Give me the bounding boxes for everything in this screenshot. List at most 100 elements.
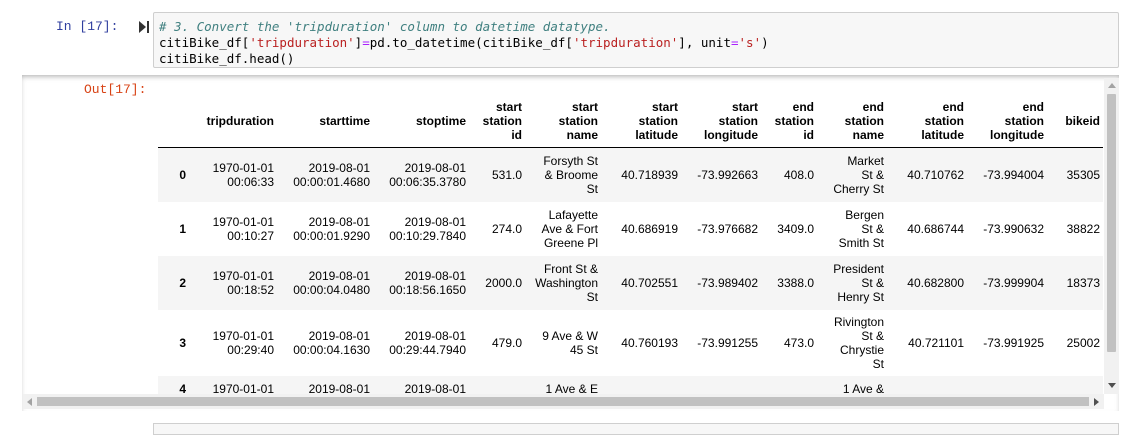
- input-prompt: In [17]:: [56, 19, 119, 34]
- cell-bikeid: 38822: [1048, 202, 1103, 256]
- code-editor[interactable]: # 3. Convert the 'tripduration' column t…: [159, 19, 769, 67]
- cell-line: 45 St: [569, 342, 598, 357]
- header-line: stoptime: [415, 114, 466, 128]
- cell-stoptime: 2019-08-01 00:29:44.7940: [374, 310, 470, 376]
- code-token: citiBike_df[: [159, 35, 250, 50]
- cell-line: 3388.0: [777, 275, 814, 290]
- header-line: station: [558, 114, 598, 128]
- cell-line: Greene Pl: [543, 235, 598, 250]
- column-header-end-station-longitude: end station longitude: [968, 95, 1048, 148]
- cell-end-station-name: Rivington St & Chrystie St: [818, 310, 888, 376]
- cell-line: St: [586, 289, 598, 304]
- header-line: station: [718, 114, 758, 128]
- cell-line: -73.991255: [697, 335, 758, 350]
- scroll-down-arrow-icon[interactable]: [1108, 383, 1116, 388]
- header-line: [190, 100, 274, 114]
- cell-line: 1970-01-01: [212, 328, 274, 343]
- header-line: start: [731, 100, 758, 114]
- cell-start-station-id: 2000.0: [470, 256, 526, 310]
- cell-start-station-id: 479.0: [470, 310, 526, 376]
- row-index: 0: [179, 167, 186, 182]
- header-line: latitude: [635, 128, 678, 142]
- cell-end-station-latitude: 40.710762: [888, 148, 968, 202]
- table-row: 4 1970-01-01 2019-08-01 2019-08-01 1 Ave & E…: [158, 375, 1103, 396]
- next-code-cell[interactable]: [153, 423, 1119, 435]
- column-header-end-station-id: end station id: [762, 95, 818, 148]
- cell-line: 9 Ave & W: [542, 328, 598, 343]
- scroll-right-arrow-icon[interactable]: [1094, 398, 1099, 406]
- cell-end-station-latitude: [888, 376, 968, 396]
- cell-line: 2019-08-01: [308, 214, 370, 229]
- cell-end-station-id: [762, 376, 818, 396]
- cell-line: 38822: [1066, 221, 1100, 236]
- column-header-tripduration: tripduration: [186, 95, 278, 148]
- table-row: 1 1970-01-01 00:10:27 2019-08-01 00:00:01.92…: [158, 202, 1103, 256]
- cell-line: 00:10:27: [227, 228, 274, 243]
- header-line: [282, 128, 370, 142]
- header-line: station: [774, 114, 814, 128]
- header-line: [378, 100, 466, 114]
- code-cell[interactable]: # 3. Convert the 'tripduration' column t…: [153, 12, 1119, 68]
- cell-line: 2019-08-01: [404, 214, 466, 229]
- scroll-left-arrow-icon[interactable]: [27, 398, 32, 406]
- cell-start-station-latitude: 40.686919: [602, 202, 682, 256]
- cell-line: 00:29:44.7940: [389, 342, 466, 357]
- horizontal-scroll-thumb[interactable]: [37, 397, 1089, 406]
- cell-end-station-name: Bergen St & Smith St: [818, 202, 888, 256]
- header-line: start: [651, 100, 678, 114]
- cell-end-station-name: 1 Ave &: [818, 376, 888, 396]
- table-row: 3 1970-01-01 00:29:40 2019-08-01 00:00:04.16…: [158, 310, 1103, 376]
- code-operator: =: [362, 35, 370, 50]
- cell-end-station-longitude: -73.991925: [968, 310, 1048, 376]
- cell-line: 40.718939: [621, 167, 678, 182]
- cell-end-station-longitude: [968, 376, 1048, 396]
- cell-line: 1 Ave &: [842, 381, 884, 396]
- cell-line: 2019-08-01: [308, 160, 370, 175]
- cell-line: -73.999904: [983, 275, 1044, 290]
- cell-line: 2019-08-01: [404, 160, 466, 175]
- cell-start-station-name: 9 Ave & W 45 St: [526, 310, 602, 376]
- cell-line: 40.682800: [907, 275, 964, 290]
- horizontal-scrollbar[interactable]: [23, 394, 1104, 409]
- cell-start-station-longitude: -73.989402: [682, 256, 762, 310]
- cell-start-station-latitude: 40.718939: [602, 148, 682, 202]
- header-line: latitude: [921, 128, 964, 142]
- cell-starttime: 2019-08-01 00:00:04.1630: [278, 310, 374, 376]
- cell-line: St &: [861, 221, 884, 236]
- header-line: [1052, 100, 1100, 114]
- code-string: 'tripduration': [572, 35, 679, 50]
- vertical-scroll-thumb[interactable]: [1107, 94, 1116, 352]
- cell-end-station-longitude: -73.994004: [968, 148, 1048, 202]
- cell-stoptime: 2019-08-01 00:18:56.1650: [374, 256, 470, 310]
- cell-start-station-longitude: -73.991255: [682, 310, 762, 376]
- header-line: station: [924, 114, 964, 128]
- code-operator: =: [730, 35, 739, 50]
- cell-stoptime: 2019-08-01 00:10:29.7840: [374, 202, 470, 256]
- run-cell-icon[interactable]: [138, 20, 150, 34]
- cell-line: 1970-01-01: [212, 268, 274, 283]
- header-line: longitude: [704, 128, 758, 142]
- code-token: ], unit: [678, 35, 731, 50]
- cell-line: 00:06:33: [227, 174, 274, 189]
- cell-line: 00:06:35.3780: [389, 174, 466, 189]
- cell-line: Rivington: [833, 314, 884, 329]
- cell-line: 40.721101: [908, 335, 964, 350]
- cell-line: 00:18:52: [227, 282, 274, 297]
- cell-tripduration: 1970-01-01 00:29:40: [186, 310, 278, 376]
- header-line: [162, 128, 182, 142]
- column-header-end-station-name: end station name: [818, 95, 888, 148]
- cell-end-station-latitude: 40.682800: [888, 256, 968, 310]
- cell-line: 00:18:56.1650: [389, 282, 466, 297]
- header-line: [190, 128, 274, 142]
- cell-line: -73.989402: [697, 275, 758, 290]
- table-row: 2 1970-01-01 00:18:52 2019-08-01 00:00:04.04…: [158, 255, 1103, 310]
- cell-line: 00:10:29.7840: [389, 228, 466, 243]
- cell-line: President: [833, 261, 884, 276]
- row-index: 3: [179, 335, 186, 350]
- cell-line: 25002: [1066, 335, 1100, 350]
- cell-line: 1970-01-01: [212, 214, 274, 229]
- cell-line: -73.990632: [983, 221, 1044, 236]
- cell-line: Ave & Fort: [541, 221, 598, 236]
- scroll-up-arrow-icon[interactable]: [1108, 83, 1116, 88]
- vertical-scrollbar[interactable]: [1104, 78, 1119, 394]
